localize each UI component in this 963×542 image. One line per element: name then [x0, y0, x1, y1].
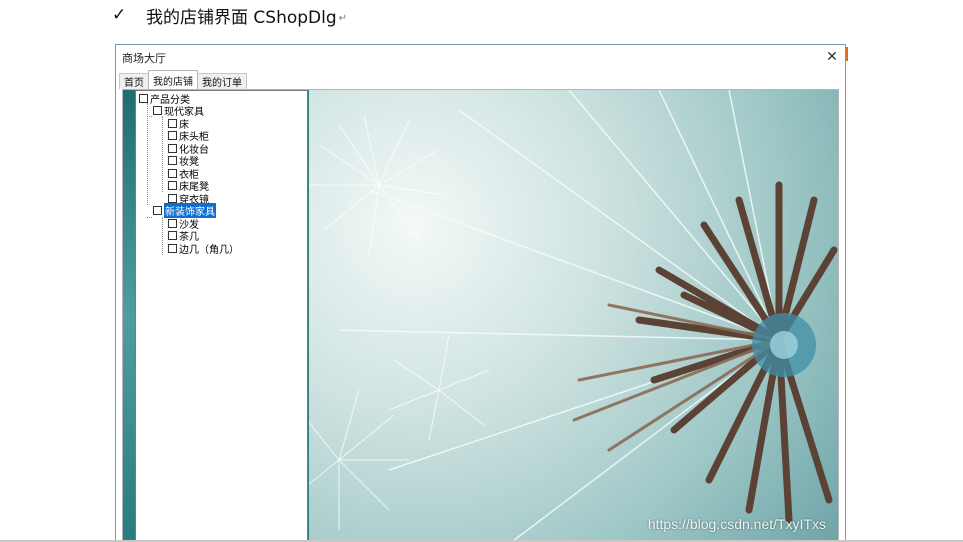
tree-connector — [162, 217, 163, 255]
category-tree[interactable]: 产品分类 现代家具 床 床头柜 化妆台 妆凳 衣柜 床尾凳 穿衣镜 新装饰家具 … — [135, 90, 308, 542]
watermark-text: https://blog.csdn.net/TxyITxs — [647, 516, 826, 532]
heading-text: 我的店铺界面 CShopDlg — [146, 7, 337, 28]
document-heading: ✓ 我的店铺界面 CShopDlg ↵ — [112, 3, 348, 28]
checkmark-icon: ✓ — [112, 5, 127, 25]
tree-item[interactable]: 边几（角几） — [168, 242, 239, 256]
dandelion-image: https://blog.csdn.net/TxyITxs — [309, 90, 838, 542]
tree-connector — [147, 116, 152, 117]
tree-item-modern-furniture[interactable]: 现代家具 — [153, 104, 204, 118]
tree-connector — [147, 217, 152, 218]
paragraph-mark-icon: ↵ — [338, 12, 348, 24]
window-title: 商场大厅 — [122, 52, 166, 65]
tree-connector — [162, 116, 163, 192]
tab-content-area: 产品分类 现代家具 床 床头柜 化妆台 妆凳 衣柜 床尾凳 穿衣镜 新装饰家具 … — [122, 89, 839, 542]
checkbox[interactable] — [153, 105, 162, 115]
checkbox[interactable] — [139, 93, 148, 103]
tab-my-orders[interactable]: 我的订单 — [197, 73, 247, 89]
checkbox[interactable] — [153, 206, 162, 215]
mall-hall-window: 商场大厅 ✕ 首页 我的店铺 我的订单 产品分类 现代家具 床 床头柜 化妆台 … — [115, 44, 846, 542]
checkbox[interactable] — [168, 243, 177, 253]
title-bar[interactable]: 商场大厅 ✕ — [116, 45, 845, 69]
close-icon[interactable]: ✕ — [819, 45, 845, 69]
background-strip — [123, 90, 135, 542]
tree-connector — [147, 103, 148, 205]
tree-item-label: 边几（角几） — [179, 244, 239, 256]
checkbox[interactable] — [168, 131, 177, 140]
checkbox[interactable] — [168, 193, 177, 203]
checkbox[interactable] — [168, 231, 177, 240]
checkbox[interactable] — [168, 118, 177, 128]
tab-my-shop[interactable]: 我的店铺 — [148, 70, 198, 89]
checkbox[interactable] — [168, 156, 177, 165]
checkbox[interactable] — [168, 168, 177, 178]
tab-home[interactable]: 首页 — [119, 73, 149, 89]
checkbox[interactable] — [168, 143, 177, 153]
tab-strip: 首页 我的店铺 我的订单 — [119, 70, 247, 89]
checkbox[interactable] — [168, 181, 177, 190]
checkbox[interactable] — [168, 218, 177, 228]
dandelion-illustration — [309, 90, 838, 542]
